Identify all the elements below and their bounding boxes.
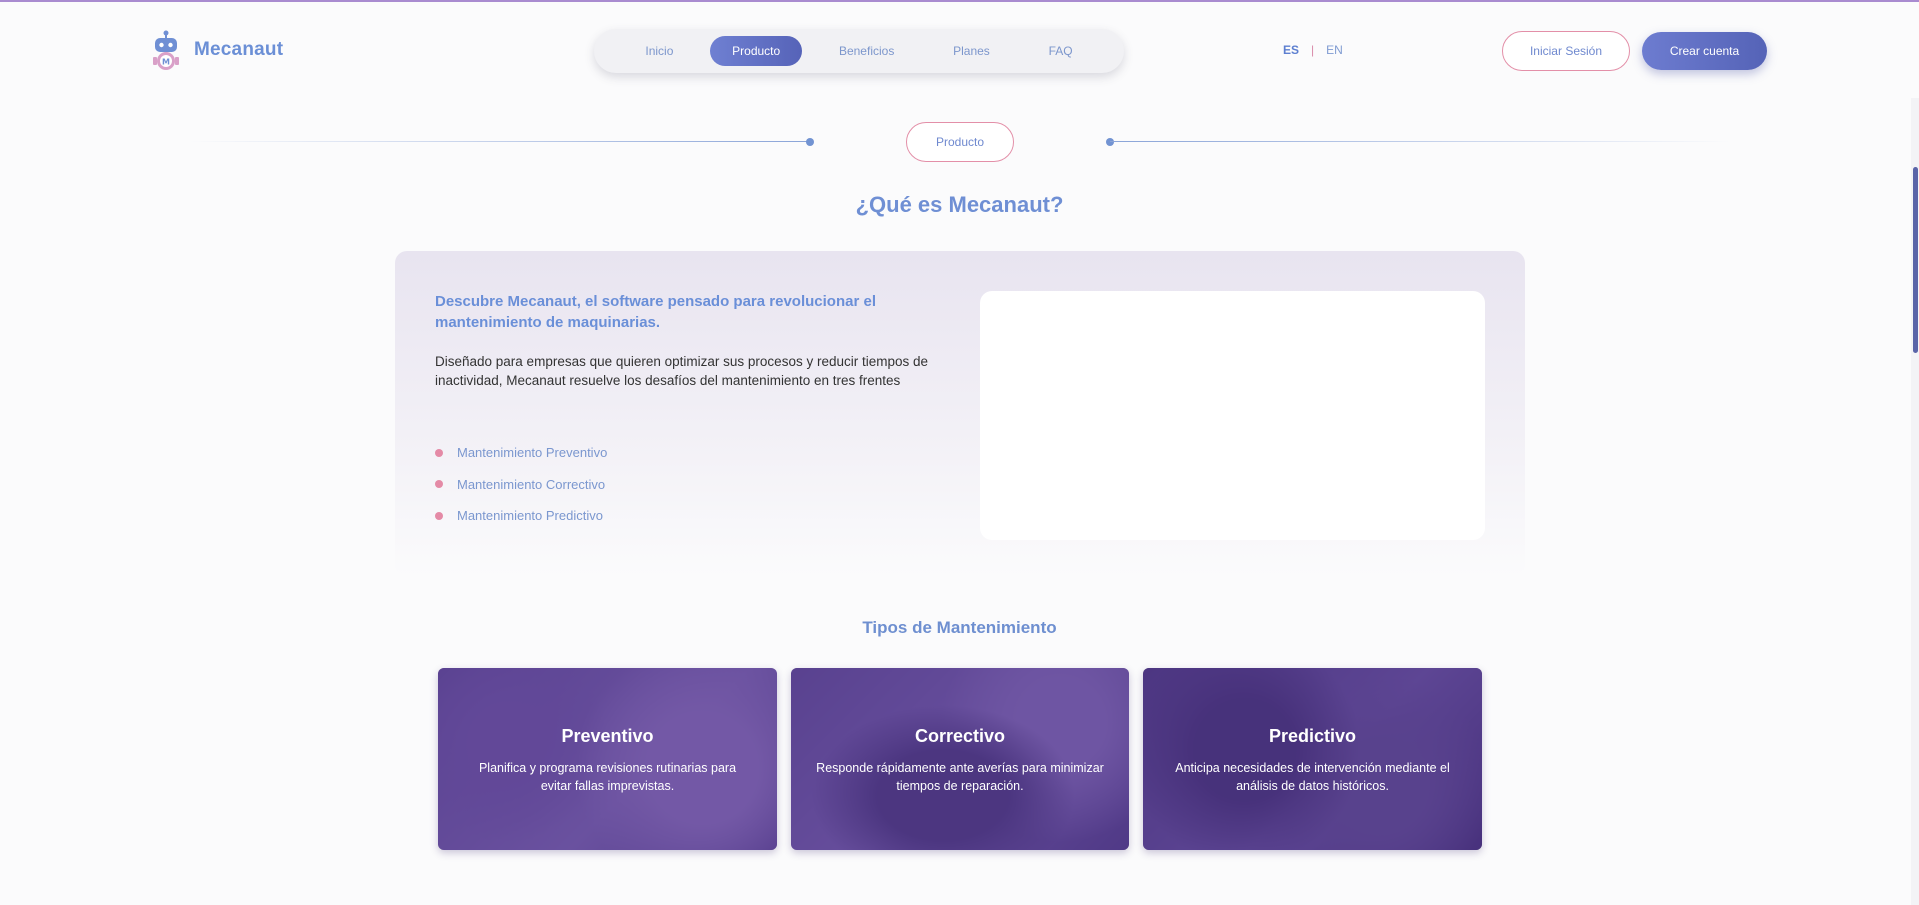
signup-button[interactable]: Crear cuenta [1642,32,1767,70]
nav-item-faq[interactable]: FAQ [1027,36,1095,66]
maintenance-list: Mantenimiento Preventivo Mantenimiento C… [435,437,607,532]
card-title: Preventivo [561,726,654,746]
brand-logo[interactable]: M Mecanaut [150,30,283,70]
media-placeholder [980,291,1485,540]
info-headline: Descubre Mecanaut, el software pensado p… [435,293,876,331]
bullet-dot-icon [435,448,443,457]
info-body: Diseñado para empresas que quieren optim… [435,354,929,388]
list-item: Mantenimiento Predictivo [435,500,607,532]
section-title: ¿Qué es Mecanaut? [855,192,1064,217]
card-description: Responde rápidamente ante averías para m… [816,761,1104,793]
type-card-preventivo[interactable]: Preventivo Planifica y programa revision… [438,668,777,850]
product-info-card: Descubre Mecanaut, el software pensado p… [395,251,1525,577]
divider-dot-right [1106,138,1114,146]
list-item-label: Mantenimiento Predictivo [457,508,603,524]
list-item-label: Mantenimiento Correctivo [457,476,606,492]
brand-name: Mecanaut [194,39,284,60]
divider-line-right [1110,141,1730,142]
robot-gear-icon: M [150,30,182,70]
list-item-label: Mantenimiento Preventivo [457,445,608,461]
bullet-dot-icon [435,480,443,489]
nav-item-beneficios[interactable]: Beneficios [817,36,916,66]
login-button[interactable]: Iniciar Sesión [1502,31,1630,71]
language-switcher: ES | EN [1283,43,1343,57]
section-pill: Producto [906,122,1014,162]
svg-text:M: M [162,58,170,67]
list-item: Mantenimiento Correctivo [435,469,607,501]
nav-item-planes[interactable]: Planes [931,36,1012,66]
types-title: Tipos de Mantenimiento [862,618,1057,637]
lang-es[interactable]: ES [1283,43,1299,57]
nav-item-inicio[interactable]: Inicio [623,36,695,66]
lang-separator: | [1311,43,1315,57]
type-card-correctivo[interactable]: Correctivo Responde rápidamente ante ave… [791,668,1129,850]
main-nav: Inicio Producto Beneficios Planes FAQ [594,29,1124,73]
divider-line-left [190,141,810,142]
divider-dot-left [806,138,814,146]
scrollbar-thumb[interactable] [1913,167,1918,353]
card-description: Planifica y programa revisiones rutinari… [478,761,737,793]
lang-en[interactable]: EN [1326,43,1343,57]
bullet-dot-icon [435,511,443,520]
list-item: Mantenimiento Preventivo [435,437,607,469]
nav-item-producto[interactable]: Producto [710,36,803,66]
card-description: Anticipa necesidades de intervención med… [1175,761,1450,793]
card-title: Correctivo [914,726,1006,746]
header: M Mecanaut Inicio Producto Beneficios Pl… [0,2,1919,98]
card-title: Predictivo [1268,726,1357,746]
type-card-predictivo[interactable]: Predictivo Anticipa necesidades de inter… [1143,668,1482,850]
